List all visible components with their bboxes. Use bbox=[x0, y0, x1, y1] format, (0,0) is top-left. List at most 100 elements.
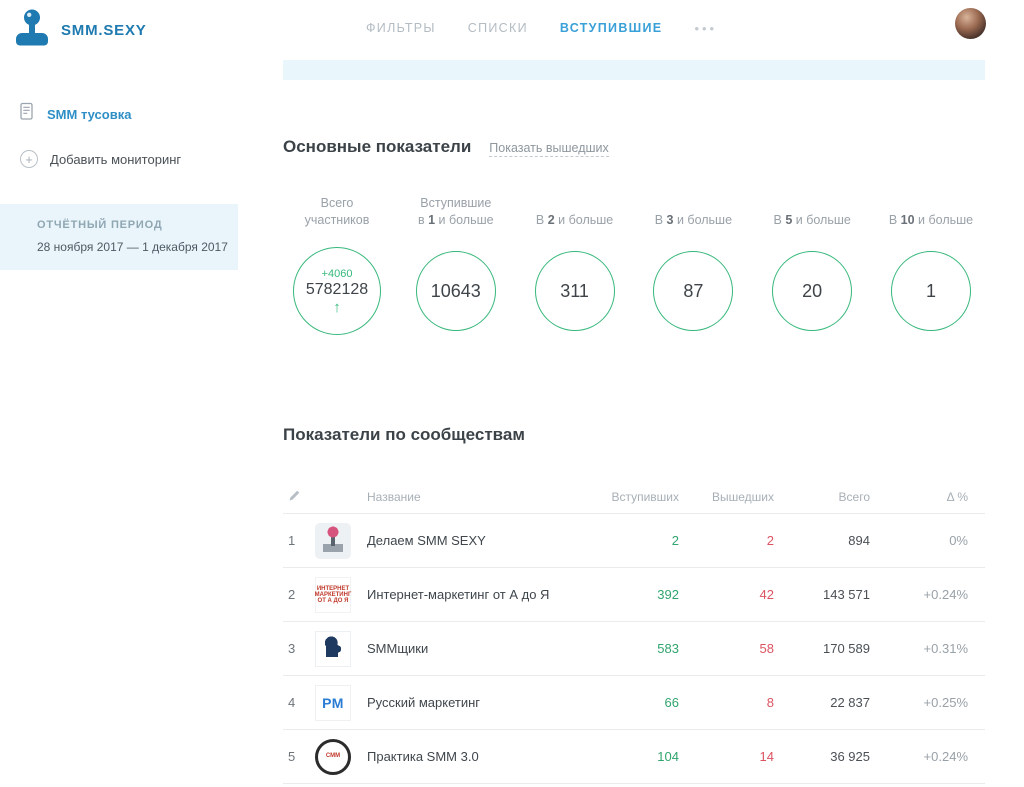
table-header-row: Название Вступивших Вышедших Всего Δ % bbox=[283, 480, 985, 514]
community-avatar bbox=[315, 523, 351, 559]
stat-value: 311 bbox=[560, 281, 589, 302]
total-count: 143 571 bbox=[774, 587, 870, 602]
left-count: 42 bbox=[679, 587, 774, 602]
header-left: Вышедших bbox=[679, 490, 774, 504]
left-count: 8 bbox=[679, 695, 774, 710]
up-arrow-icon: ↑ bbox=[333, 300, 341, 315]
community-avatar: РМ bbox=[315, 685, 351, 721]
stat-circle: 87 ↑ bbox=[653, 251, 733, 331]
show-left-link[interactable]: Показать вышедших bbox=[489, 141, 609, 157]
header-joined: Вступивших bbox=[579, 490, 679, 504]
sidebar-item-label: Добавить мониторинг bbox=[50, 152, 181, 167]
delta-percent: +0.24% bbox=[870, 749, 968, 764]
joystick-logo-icon bbox=[14, 8, 50, 53]
stat-circle: 10643 ↑ bbox=[416, 251, 496, 331]
total-count: 170 589 bbox=[774, 641, 870, 656]
stat-circle-group: В 10 и больше 1 ↑ bbox=[877, 193, 985, 335]
stat-value: 87 bbox=[683, 281, 703, 302]
row-index: 1 bbox=[283, 533, 307, 548]
stat-label: Вступившие в 1 и больше bbox=[418, 193, 494, 229]
stats-row: Всего участников +4060 5782128 ↑ Вступив… bbox=[283, 193, 985, 335]
page: SMM.SEXY ФИЛЬТРЫ СПИСКИ ВСТУПИВШИЕ ••• S… bbox=[0, 0, 1024, 787]
community-name[interactable]: SMMщики bbox=[367, 641, 579, 656]
notification-strip bbox=[283, 60, 985, 80]
community-avatar: СММ bbox=[315, 739, 351, 775]
stat-circle: 1 ↑ bbox=[891, 251, 971, 331]
sidebar-item-label: SMM тусовка bbox=[47, 107, 131, 122]
plus-circle-icon: + bbox=[20, 150, 38, 168]
communities-table: Название Вступивших Вышедших Всего Δ % 1… bbox=[283, 480, 985, 784]
stat-circle: 311 ↑ bbox=[535, 251, 615, 331]
delta-percent: +0.31% bbox=[870, 641, 968, 656]
stat-value: 10643 bbox=[431, 281, 481, 302]
table-row[interactable]: 1 Делаем SMM SEXY 2 2 894 0% bbox=[283, 514, 985, 568]
row-index: 3 bbox=[283, 641, 307, 656]
metrics-section-header: Основные показатели Показать вышедших bbox=[283, 137, 985, 157]
total-count: 36 925 bbox=[774, 749, 870, 764]
community-name[interactable]: Практика SMM 3.0 bbox=[367, 749, 579, 764]
community-name[interactable]: Делаем SMM SEXY bbox=[367, 533, 579, 548]
nav-item[interactable]: ФИЛЬТРЫ bbox=[366, 21, 436, 35]
topbar: SMM.SEXY ФИЛЬТРЫ СПИСКИ ВСТУПИВШИЕ ••• bbox=[0, 0, 1024, 56]
delta-percent: 0% bbox=[870, 533, 968, 548]
total-count: 22 837 bbox=[774, 695, 870, 710]
left-count: 2 bbox=[679, 533, 774, 548]
stat-value: 20 bbox=[802, 281, 822, 302]
stat-delta: +4060 bbox=[322, 268, 353, 280]
stat-circle-group: Всего участников +4060 5782128 ↑ bbox=[283, 193, 391, 335]
metrics-title: Основные показатели bbox=[283, 137, 471, 157]
stat-circle: +4060 5782128 ↑ bbox=[293, 247, 381, 335]
communities-title: Показатели по сообществам bbox=[283, 425, 985, 445]
community-name[interactable]: Интернет-маркетинг от А до Я bbox=[367, 587, 579, 602]
stat-label: В 5 и больше bbox=[774, 193, 851, 229]
report-period-title: ОТЧЁТНЫЙ ПЕРИОД bbox=[37, 219, 222, 231]
user-avatar[interactable] bbox=[955, 8, 986, 39]
left-count: 58 bbox=[679, 641, 774, 656]
stat-label: В 2 и больше bbox=[536, 193, 613, 229]
brand-name: SMM.SEXY bbox=[61, 22, 147, 39]
stat-label: В 3 и больше bbox=[655, 193, 732, 229]
stat-label-line1: Вступившие bbox=[420, 195, 491, 212]
stat-circle: 20 ↑ bbox=[772, 251, 852, 331]
report-period-box: ОТЧЁТНЫЙ ПЕРИОД 28 ноября 2017 — 1 декаб… bbox=[0, 204, 238, 270]
sidebar-item-monitoring[interactable]: SMM тусовка bbox=[0, 90, 238, 138]
brand[interactable]: SMM.SEXY bbox=[14, 8, 147, 53]
nav-item[interactable]: СПИСКИ bbox=[468, 21, 528, 35]
document-icon bbox=[20, 102, 35, 126]
table-row[interactable]: 2 ИНТЕРНЕТ МАРКЕТИНГ ОТ А ДО Я Интернет-… bbox=[283, 568, 985, 622]
report-period-range: 28 ноября 2017 — 1 декабря 2017 bbox=[37, 240, 222, 254]
nav-item[interactable]: ВСТУПИВШИЕ bbox=[560, 21, 663, 35]
total-count: 894 bbox=[774, 533, 870, 548]
stat-label-line1: Всего bbox=[321, 195, 354, 212]
header-total: Всего bbox=[774, 490, 870, 504]
more-menu-icon[interactable]: ••• bbox=[694, 21, 717, 36]
main-nav: ФИЛЬТРЫ СПИСКИ ВСТУПИВШИЕ ••• bbox=[366, 0, 717, 56]
table-row[interactable]: 5 СММ Практика SMM 3.0 104 14 36 925 +0.… bbox=[283, 730, 985, 784]
community-avatar: ИНТЕРНЕТ МАРКЕТИНГ ОТ А ДО Я bbox=[315, 577, 351, 613]
stat-label-line2: в 1 и больше bbox=[418, 212, 494, 229]
table-row[interactable]: 3 SMMщики 583 58 170 589 +0.31% bbox=[283, 622, 985, 676]
community-avatar bbox=[315, 631, 351, 667]
delta-percent: +0.25% bbox=[870, 695, 968, 710]
pencil-icon bbox=[283, 489, 307, 505]
joined-count: 583 bbox=[579, 641, 679, 656]
header-name: Название bbox=[367, 490, 579, 504]
table-row[interactable]: 4 РМ Русский маркетинг 66 8 22 837 +0.25… bbox=[283, 676, 985, 730]
stat-label-line2: В 5 и больше bbox=[774, 212, 851, 229]
sidebar-item-add-monitoring[interactable]: + Добавить мониторинг bbox=[0, 138, 238, 180]
stat-label: В 10 и больше bbox=[889, 193, 973, 229]
row-index: 5 bbox=[283, 749, 307, 764]
joined-count: 392 bbox=[579, 587, 679, 602]
joined-count: 2 bbox=[579, 533, 679, 548]
community-name[interactable]: Русский маркетинг bbox=[367, 695, 579, 710]
left-count: 14 bbox=[679, 749, 774, 764]
stat-circle-group: В 5 и больше 20 ↑ bbox=[758, 193, 866, 335]
delta-percent: +0.24% bbox=[870, 587, 968, 602]
row-index: 4 bbox=[283, 695, 307, 710]
stat-circle-group: В 3 и больше 87 ↑ bbox=[639, 193, 747, 335]
main-content: Основные показатели Показать вышедших Вс… bbox=[283, 56, 985, 784]
joined-count: 104 bbox=[579, 749, 679, 764]
header-delta: Δ % bbox=[870, 490, 968, 504]
stat-value: 5782128 bbox=[306, 281, 368, 299]
stat-label-line2: В 2 и больше bbox=[536, 212, 613, 229]
